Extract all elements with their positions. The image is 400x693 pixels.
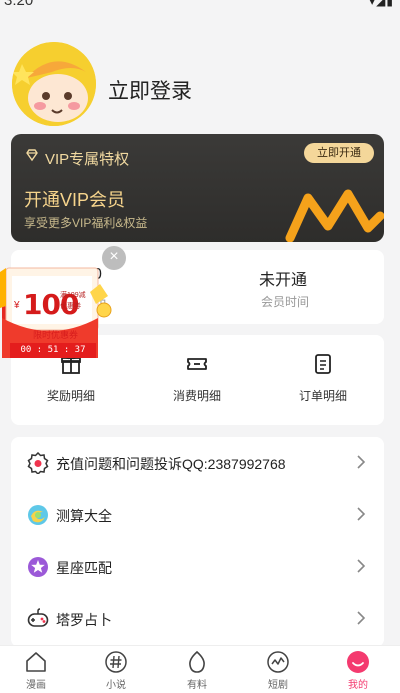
menu-item-complaint[interactable]: 充值问题和问题投诉QQ:2387992768 xyxy=(11,437,384,489)
menu-item-label: 星座匹配 xyxy=(56,560,112,576)
tab-mine[interactable]: 我的 xyxy=(318,650,398,691)
order-list-icon xyxy=(315,354,331,374)
chevron-right-icon xyxy=(357,507,366,521)
coupon-limit-label: 限时优惠券 xyxy=(33,330,79,340)
swirl-icon xyxy=(28,505,48,525)
tab-label: 有料 xyxy=(187,680,207,691)
consume-details-button[interactable]: 消费明细 xyxy=(137,353,257,404)
vip-title: VIP专属特权 xyxy=(45,151,130,168)
tab-label: 短剧 xyxy=(268,680,288,691)
smile-icon xyxy=(347,651,369,673)
tab-label: 小说 xyxy=(106,680,126,691)
hash-icon xyxy=(105,651,127,673)
coupon-condition: 满199减 xyxy=(60,292,86,299)
tab-short-drama[interactable]: 短剧 xyxy=(238,650,318,691)
status-icons: ▾◢▮ xyxy=(369,0,394,8)
coupon-type: 优惠券 xyxy=(60,303,81,310)
chevron-right-icon xyxy=(357,611,366,625)
status-time: 3:20 xyxy=(4,0,34,9)
menu-item-fortune[interactable]: 测算大全 xyxy=(11,489,384,541)
menu-item-constellation[interactable]: 星座匹配 xyxy=(11,541,384,593)
login-link[interactable]: 立即登录 xyxy=(108,75,192,105)
reward-details-label: 奖励明细 xyxy=(46,389,95,403)
coupon-yen-symbol: ¥ xyxy=(14,300,20,311)
vip-headline: 开通VIP会员 xyxy=(24,190,126,210)
gamepad-icon xyxy=(27,608,49,627)
coupon-countdown: 00 : 51 : 37 xyxy=(10,343,96,358)
member-time-label: 会员时间 xyxy=(261,295,310,309)
menu-item-label: 充值问题和问题投诉QQ:2387992768 xyxy=(56,456,286,472)
coupon-close-button[interactable]: × xyxy=(102,246,126,270)
status-bar: 3:20 ▾◢▮ xyxy=(0,0,400,26)
tab-comics[interactable]: 漫画 xyxy=(0,650,76,691)
ticket-icon xyxy=(187,358,207,370)
avatar[interactable] xyxy=(12,42,96,126)
tab-label: 我的 xyxy=(348,680,368,691)
pulse-icon xyxy=(267,651,289,673)
home-icon xyxy=(26,652,46,672)
bottom-tab-bar: 漫画 小说 有料 短剧 我的 xyxy=(0,645,400,693)
badge-icon xyxy=(27,452,49,474)
chevron-right-icon xyxy=(357,455,366,469)
tab-novels[interactable]: 小说 xyxy=(76,650,156,691)
egg-icon xyxy=(189,650,205,673)
chevron-right-icon xyxy=(357,559,366,573)
open-vip-button[interactable]: 立即开通 xyxy=(304,143,374,163)
diamond-icon xyxy=(26,149,38,162)
consume-details-label: 消费明细 xyxy=(172,389,221,403)
member-status-value: 未开通 xyxy=(259,272,308,289)
tab-label: 漫画 xyxy=(26,680,46,691)
menu-item-label: 塔罗占卜 xyxy=(56,612,112,628)
menu-item-tarot[interactable]: 塔罗占卜 xyxy=(11,593,384,645)
tab-content[interactable]: 有料 xyxy=(157,650,237,691)
menu-item-label: 测算大全 xyxy=(56,508,112,524)
vip-card[interactable]: VIP专属特权 立即开通 开通VIP会员 享受更多VIP福利&权益 xyxy=(11,134,384,242)
avatar-cartoon-icon xyxy=(12,42,96,126)
vip-subtitle: 享受更多VIP福利&权益 xyxy=(24,216,148,230)
menu-list: 充值问题和问题投诉QQ:2387992768 测算大全 星座匹配 塔罗占卜 xyxy=(11,437,384,647)
vip-m-decoration-icon xyxy=(285,189,384,242)
order-details-button[interactable]: 订单明细 xyxy=(263,353,383,404)
order-details-label: 订单明细 xyxy=(298,389,347,403)
star-icon xyxy=(28,557,48,577)
